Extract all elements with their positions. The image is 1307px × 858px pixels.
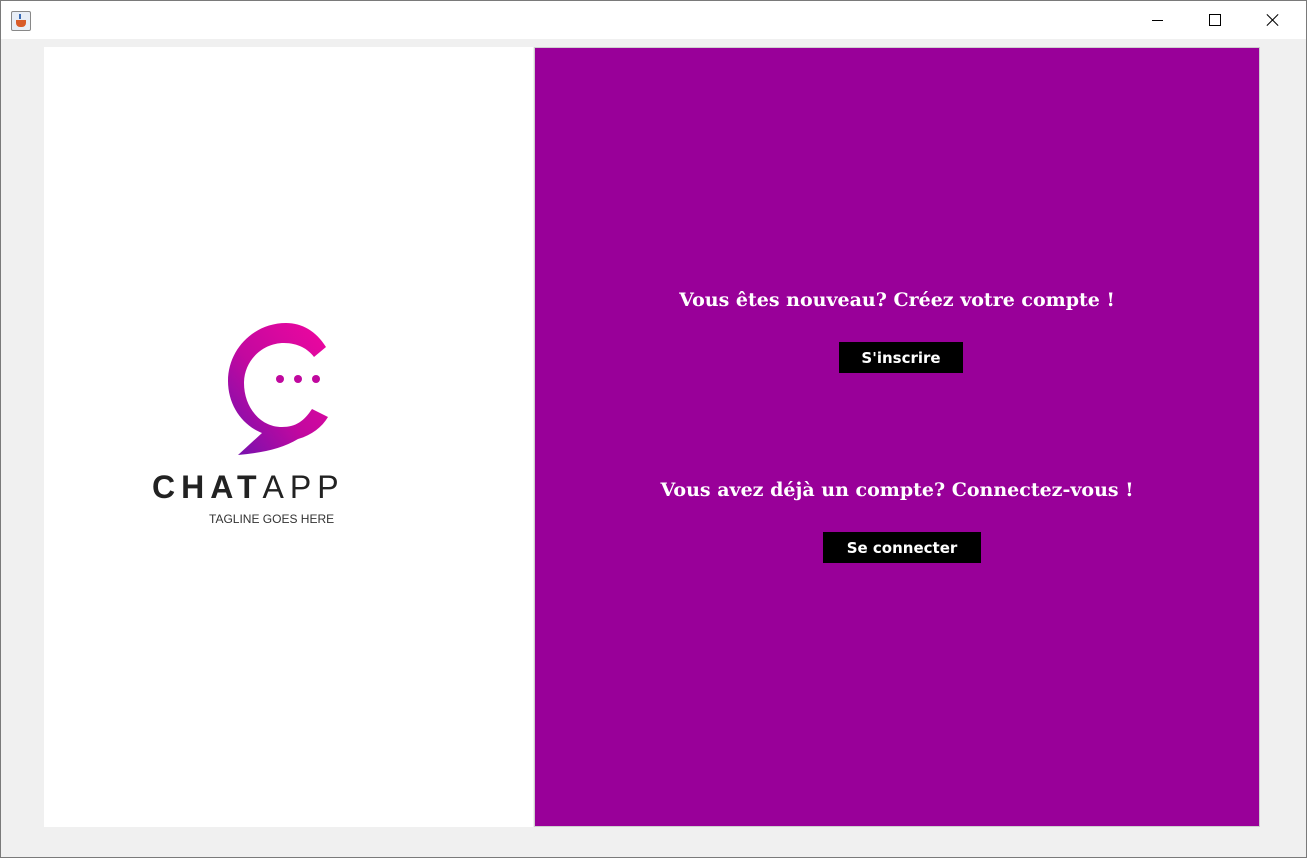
logo-panel: CHATAPP TAGLINE GOES HERE: [44, 47, 533, 827]
maximize-button[interactable]: [1186, 1, 1244, 39]
minimize-icon: [1151, 19, 1163, 21]
maximize-icon: [1209, 14, 1221, 26]
signup-button[interactable]: S'inscrire: [839, 342, 963, 373]
chat-bubble-logo-icon: [228, 323, 328, 455]
close-button[interactable]: [1244, 1, 1302, 39]
chatapp-logo: CHATAPP TAGLINE GOES HERE: [152, 309, 412, 529]
auth-panel: Vous êtes nouveau? Créez votre compte ! …: [534, 47, 1260, 827]
brand-name-strong: CHAT: [152, 469, 263, 505]
login-button[interactable]: Se connecter: [823, 532, 981, 563]
close-icon: [1266, 13, 1280, 27]
signup-prompt: Vous êtes nouveau? Créez votre compte !: [679, 289, 1115, 311]
minimize-button[interactable]: [1128, 1, 1186, 39]
brand-name: CHATAPP: [152, 469, 412, 506]
tagline: TAGLINE GOES HERE: [209, 512, 335, 526]
app-window: CHATAPP TAGLINE GOES HERE Vous êtes nouv…: [0, 0, 1307, 858]
title-bar[interactable]: [1, 1, 1306, 39]
login-prompt: Vous avez déjà un compte? Connectez-vous…: [660, 479, 1134, 501]
java-app-icon[interactable]: [11, 11, 31, 31]
brand-name-light: APP: [262, 469, 345, 505]
